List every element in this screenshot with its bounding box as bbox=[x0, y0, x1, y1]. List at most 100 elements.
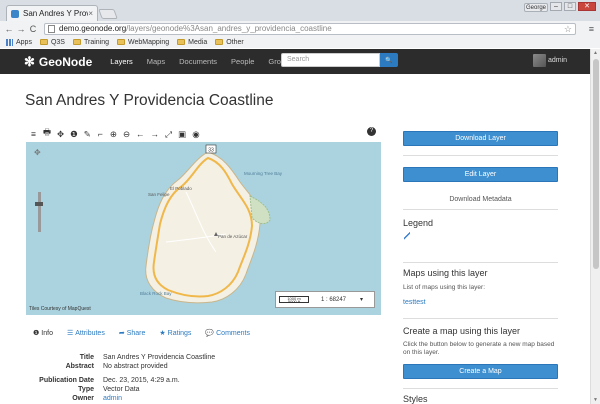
previous-extent-icon[interactable]: ← bbox=[136, 129, 145, 139]
scrollbar-thumb[interactable] bbox=[593, 59, 599, 269]
browser-toolbar: ← → C demo.geonode.org/layers/geonode%3A… bbox=[0, 21, 600, 36]
metadata-value: No abstract provided bbox=[103, 363, 168, 370]
road-number-label: 33 bbox=[208, 148, 214, 154]
metadata-key: Abstract bbox=[65, 363, 94, 370]
bookmark-label: Apps bbox=[16, 38, 32, 46]
zoom-out-icon[interactable]: ⊖ bbox=[123, 129, 130, 140]
zoom-slider[interactable] bbox=[38, 192, 41, 232]
maps-heading: Maps using this layer bbox=[403, 268, 488, 278]
scroll-down-icon[interactable]: ▼ bbox=[593, 397, 598, 403]
legend-heading: Legend bbox=[403, 218, 434, 228]
metadata-value: San Andres Y Providencia Coastline bbox=[103, 354, 216, 361]
tab-title: San Andres Y Providencia bbox=[23, 9, 89, 18]
close-tab-icon[interactable]: × bbox=[88, 9, 93, 18]
map-canvas: 33 Mourning Tree Bay El Poblado San Feli… bbox=[140, 144, 283, 304]
bookmark-folder[interactable]: Training bbox=[72, 38, 110, 46]
browser-menu-icon[interactable]: ≡ bbox=[589, 24, 594, 34]
bookmark-folder[interactable]: Q3S bbox=[39, 39, 65, 46]
timeline-icon[interactable]: ▣ bbox=[178, 129, 186, 140]
page-scrollbar[interactable]: ▲ ▼ bbox=[590, 49, 600, 404]
nav-people[interactable]: People bbox=[231, 57, 254, 66]
search-input[interactable]: Search bbox=[281, 53, 380, 67]
bookmarks-bar: Apps Q3S Training WebMapping Media Other bbox=[0, 36, 600, 48]
folder-icon bbox=[72, 39, 81, 45]
owner-link[interactable]: admin bbox=[103, 394, 122, 403]
tab-label: Info bbox=[41, 329, 53, 337]
map-viewer[interactable]: 33 Mourning Tree Bay El Poblado San Feli… bbox=[26, 142, 381, 315]
create-map-button[interactable]: Create a Map bbox=[403, 364, 558, 379]
tab-label: Attributes bbox=[75, 329, 105, 337]
username: admin bbox=[548, 57, 568, 64]
maximize-button[interactable]: □ bbox=[564, 2, 576, 11]
bookmark-label: Other bbox=[226, 38, 244, 46]
window-controls: – □ ✕ bbox=[550, 2, 596, 11]
edit-icon[interactable]: ✎ bbox=[84, 129, 91, 140]
map-link-testtest[interactable]: testtest bbox=[403, 299, 426, 306]
metadata-row: Owner admin bbox=[26, 394, 215, 403]
point-nw-label: San Felipe bbox=[148, 192, 170, 197]
scroll-up-icon[interactable]: ▲ bbox=[593, 50, 598, 56]
globe-icon[interactable]: ◉ bbox=[192, 129, 199, 140]
bookmark-folder[interactable]: Other bbox=[215, 39, 244, 46]
close-window-button[interactable]: ✕ bbox=[578, 2, 596, 11]
site-header: ✻ GeoNode Layers Maps Documents People G… bbox=[0, 49, 590, 74]
address-bar[interactable]: demo.geonode.org/layers/geonode%3Asan_an… bbox=[44, 23, 576, 35]
pan-icon[interactable]: ✥ bbox=[57, 129, 64, 140]
identify-icon[interactable]: ❶ bbox=[70, 129, 78, 140]
scale-ratio: 1 : 68247 bbox=[321, 296, 347, 303]
scale-bar: 1000 m 5000 ft bbox=[279, 296, 309, 304]
help-icon[interactable]: ? bbox=[367, 127, 376, 136]
forward-button[interactable]: → bbox=[16, 24, 26, 34]
nav-maps[interactable]: Maps bbox=[147, 57, 165, 66]
browser-tab[interactable]: San Andres Y Providencia × bbox=[6, 5, 98, 21]
create-map-heading: Create a map using this layer bbox=[403, 326, 521, 336]
edit-layer-button[interactable]: Edit Layer bbox=[403, 167, 558, 182]
nav-layers[interactable]: Layers bbox=[110, 57, 133, 66]
metadata-key: Title bbox=[79, 354, 94, 361]
bookmark-label: Training bbox=[83, 38, 110, 46]
bookmark-star-icon[interactable]: ☆ bbox=[564, 24, 572, 34]
minimize-button[interactable]: – bbox=[550, 2, 562, 11]
url-path: /layers/geonode%3Asan_andres_y_providenc… bbox=[126, 24, 332, 33]
bookmark-folder[interactable]: Media bbox=[177, 39, 207, 46]
metadata-row: Publication Date Dec. 23, 2015, 4:29 a.m… bbox=[26, 376, 215, 385]
reload-button[interactable]: C bbox=[28, 24, 38, 34]
metadata-row: Type Vector Data bbox=[26, 385, 215, 394]
back-button[interactable]: ← bbox=[4, 24, 14, 34]
nav-documents[interactable]: Documents bbox=[179, 57, 217, 66]
new-tab-button[interactable] bbox=[98, 9, 118, 19]
print-icon[interactable]: 🖶 bbox=[43, 127, 51, 141]
metadata-value: Dec. 23, 2015, 4:29 a.m. bbox=[103, 377, 180, 384]
fullscreen-icon[interactable]: ⤢ bbox=[165, 129, 172, 140]
scale-bar-bottom-label: 5000 ft bbox=[287, 299, 301, 304]
next-extent-icon[interactable]: → bbox=[151, 129, 160, 139]
browser-profile-button[interactable]: George bbox=[524, 3, 548, 12]
layers-menu-icon[interactable]: ≡ bbox=[30, 129, 37, 139]
download-metadata-link[interactable]: Download Metadata bbox=[403, 196, 558, 203]
tab-comments[interactable]: 💬 Comments bbox=[205, 329, 250, 338]
measure-icon[interactable]: ⌐ bbox=[97, 129, 104, 139]
tab-info[interactable]: ❶ Info bbox=[33, 329, 53, 338]
page-icon bbox=[48, 25, 55, 33]
bookmark-folder[interactable]: WebMapping bbox=[117, 39, 169, 46]
bookmark-apps[interactable]: Apps bbox=[6, 38, 32, 46]
zoom-slider-handle[interactable] bbox=[35, 202, 43, 206]
tab-share[interactable]: ➦ Share bbox=[119, 329, 146, 338]
pan-control-icon[interactable]: ✥ bbox=[34, 148, 41, 157]
tab-label: Comments bbox=[216, 329, 250, 337]
styles-heading: Styles bbox=[403, 394, 428, 404]
zoom-in-icon[interactable]: ⊕ bbox=[110, 129, 117, 140]
geonode-logo[interactable]: ✻ GeoNode bbox=[24, 54, 92, 70]
divider bbox=[403, 209, 558, 210]
tab-ratings[interactable]: ★ Ratings bbox=[159, 329, 191, 338]
mangrove-area bbox=[249, 195, 271, 225]
metadata-row: Title San Andres Y Providencia Coastline bbox=[26, 353, 215, 362]
download-layer-button[interactable]: Download Layer bbox=[403, 131, 558, 146]
tab-attributes[interactable]: ☰ Attributes bbox=[67, 329, 105, 338]
chevron-down-icon: ▾ bbox=[360, 297, 364, 303]
user-menu[interactable]: admin bbox=[533, 54, 567, 67]
legend-line-icon bbox=[404, 232, 410, 240]
tab-label: Share bbox=[126, 329, 146, 337]
scale-selector[interactable]: 1000 m 5000 ft 1 : 68247 ▾ bbox=[275, 291, 375, 308]
search-button[interactable]: 🔍 bbox=[380, 53, 398, 67]
